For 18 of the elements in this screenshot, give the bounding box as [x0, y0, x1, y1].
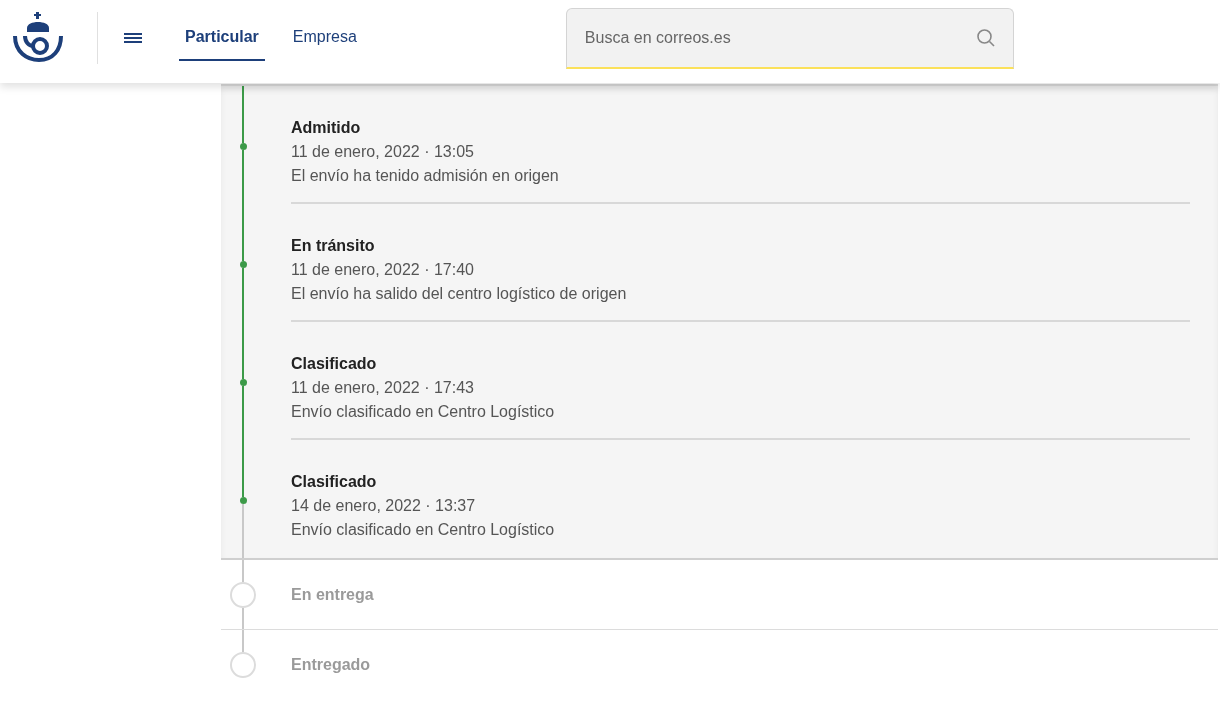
nav-tab[interactable]: Empresa: [286, 14, 363, 61]
step-date: 11 de enero, 2022 · 17:43: [291, 378, 475, 398]
step-title: En tránsito: [291, 236, 376, 256]
step-date: 14 de enero, 2022 · 13:37: [291, 496, 477, 516]
search-icon[interactable]: [975, 28, 996, 48]
search-field[interactable]: Busca en correos.es: [565, 8, 1014, 69]
step-description: El envío ha salido del centro logístico de origen: [291, 284, 628, 304]
step-description: El envío ha tenido admisión en origen: [291, 166, 560, 186]
step-date: 11 de enero, 2022 · 17:40: [291, 260, 475, 280]
nav-tab[interactable]: Particular: [179, 14, 265, 61]
step-description: Envío clasificado en Centro Logístico: [291, 402, 556, 422]
step-description: Envío clasificado en Centro Logístico: [291, 520, 556, 540]
step-date: 11 de enero, 2022 · 13:05: [291, 142, 475, 162]
step-title: Admitido: [291, 118, 362, 138]
step-title: Clasificado: [291, 472, 378, 492]
step-title: Entregado: [291, 655, 371, 675]
step-title: En entrega: [291, 584, 374, 605]
step-title: Clasificado: [291, 354, 378, 374]
